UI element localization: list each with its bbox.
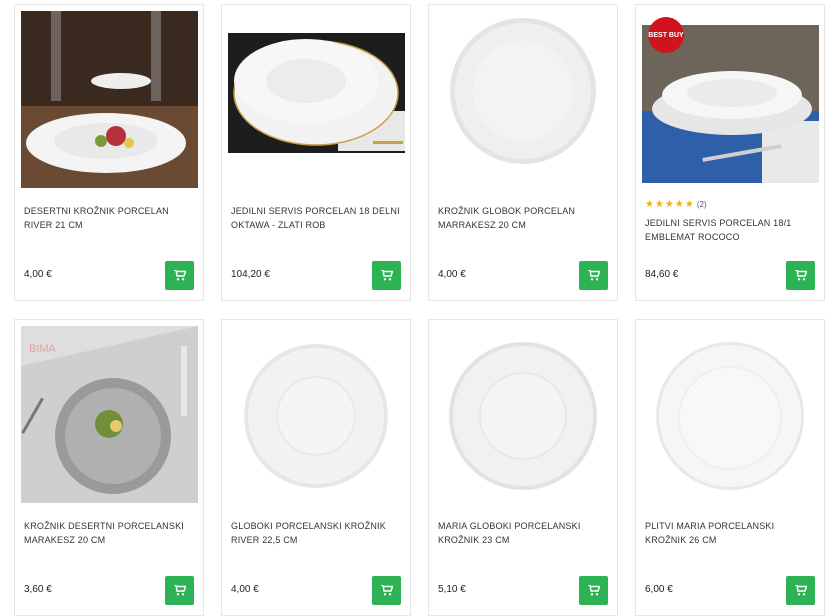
product-image[interactable] [228, 326, 405, 503]
product-card[interactable]: KROŽNIK GLOBOK PORCELAN MARRAKESZ 20 CM … [428, 4, 618, 301]
product-title[interactable]: PLITVI MARIA PORCELANSKI KROŽNIK 26 CM [645, 519, 815, 547]
product-card[interactable]: JEDILNI SERVIS PORCELAN 18 DELNI OKTAWA … [221, 4, 411, 301]
add-to-cart-button[interactable] [165, 261, 194, 290]
shopping-cart-icon [380, 270, 393, 281]
shopping-cart-icon [380, 585, 393, 596]
shopping-cart-icon [587, 585, 600, 596]
product-card[interactable]: DESERTNI KROŽNIK PORCELAN RIVER 21 CM 4,… [14, 4, 204, 301]
add-to-cart-button[interactable] [165, 576, 194, 605]
product-image[interactable] [435, 11, 612, 188]
product-image[interactable]: BIMA [21, 326, 198, 503]
product-card[interactable]: MARIA GLOBOKI PORCELANSKI KROŽNIK 23 CM … [428, 319, 618, 616]
product-image[interactable] [435, 326, 612, 503]
product-card[interactable]: BEST BUY ★★★★★ (2) JEDILNI SERVIS PORCELA… [635, 4, 825, 301]
add-to-cart-button[interactable] [786, 261, 815, 290]
product-title[interactable]: JEDILNI SERVIS PORCELAN 18/1 EMBLEMAT RO… [645, 216, 815, 244]
product-price: 104,20 € [231, 269, 270, 280]
product-price: 6,00 € [645, 584, 673, 595]
product-title[interactable]: JEDILNI SERVIS PORCELAN 18 DELNI OKTAWA … [231, 204, 401, 232]
product-title[interactable]: KROŽNIK GLOBOK PORCELAN MARRAKESZ 20 CM [438, 204, 608, 232]
product-image[interactable] [228, 11, 405, 188]
add-to-cart-button[interactable] [372, 576, 401, 605]
rating-count: (2) [696, 200, 707, 209]
shopping-cart-icon [173, 270, 186, 281]
best-buy-badge: BEST BUY [648, 17, 684, 53]
product-price: 5,10 € [438, 584, 466, 595]
product-image[interactable] [21, 11, 198, 188]
product-price: 4,00 € [438, 269, 466, 280]
product-price: 84,60 € [645, 269, 679, 280]
product-card[interactable]: PLITVI MARIA PORCELANSKI KROŽNIK 26 CM 6… [635, 319, 825, 616]
rating-stars: ★★★★★ [645, 199, 695, 210]
product-price: 4,00 € [231, 584, 259, 595]
add-to-cart-button[interactable] [579, 261, 608, 290]
product-price: 4,00 € [24, 269, 52, 280]
product-title[interactable]: MARIA GLOBOKI PORCELANSKI KROŽNIK 23 CM [438, 519, 608, 547]
product-card[interactable]: BIMA KROŽNIK DESERTNI PORCELANSKI MARAKE… [14, 319, 204, 616]
shopping-cart-icon [587, 270, 600, 281]
add-to-cart-button[interactable] [372, 261, 401, 290]
product-price: 3,60 € [24, 584, 52, 595]
product-title[interactable]: KROŽNIK DESERTNI PORCELANSKI MARAKESZ 20… [24, 519, 194, 547]
shopping-cart-icon [794, 270, 807, 281]
product-title[interactable]: DESERTNI KROŽNIK PORCELAN RIVER 21 CM [24, 204, 194, 232]
add-to-cart-button[interactable] [579, 576, 608, 605]
product-title[interactable]: GLOBOKI PORCELANSKI KROŽNIK RIVER 22,5 C… [231, 519, 401, 547]
shopping-cart-icon [794, 585, 807, 596]
add-to-cart-button[interactable] [786, 576, 815, 605]
product-rating: ★★★★★ (2) [645, 199, 707, 210]
product-card[interactable]: GLOBOKI PORCELANSKI KROŽNIK RIVER 22,5 C… [221, 319, 411, 616]
product-image[interactable]: BEST BUY [642, 11, 819, 188]
bima-watermark: BIMA [29, 343, 57, 355]
product-image[interactable] [642, 326, 819, 503]
shopping-cart-icon [173, 585, 186, 596]
